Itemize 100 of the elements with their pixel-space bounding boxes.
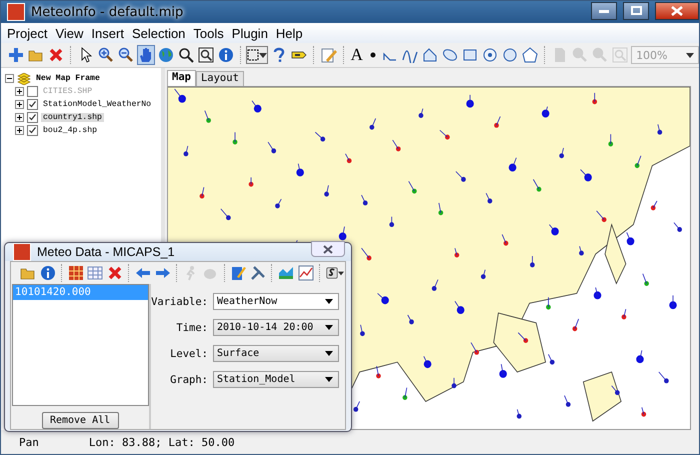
zoom-out-icon (592, 47, 608, 63)
station-marker (184, 146, 188, 156)
tab[interactable]: Map (167, 70, 196, 86)
station-marker (423, 356, 432, 368)
selection-dropdown[interactable] (246, 46, 268, 64)
menu-item[interactable]: View (51, 26, 88, 40)
pentagon-icon (522, 47, 538, 63)
search-button[interactable] (176, 45, 195, 65)
table-icon (87, 265, 104, 281)
expand-icon[interactable] (15, 100, 24, 109)
tree-item[interactable]: New Map Frame (34, 74, 102, 83)
close-button[interactable] (311, 241, 345, 257)
checkbox[interactable] (27, 99, 38, 110)
station-marker (174, 88, 186, 103)
station-marker (361, 194, 368, 206)
hand-button[interactable] (136, 45, 155, 65)
pentagon-button[interactable] (521, 45, 540, 65)
station-marker (439, 130, 450, 140)
station-marker (642, 273, 649, 286)
tree-item[interactable]: StationModel_WeatherNo (41, 100, 154, 109)
station-marker (408, 180, 417, 194)
menu-item[interactable]: Help (272, 26, 307, 40)
zoom-in-icon (572, 47, 588, 63)
checkbox[interactable] (27, 125, 38, 136)
dropdown[interactable]: Surface (213, 345, 339, 362)
circle-dot-icon (482, 47, 498, 63)
station-marker (456, 171, 466, 182)
minimize-button[interactable] (591, 2, 617, 20)
station-marker (611, 385, 620, 396)
line-chart-button[interactable] (296, 263, 316, 283)
station-marker (641, 407, 646, 417)
info-button[interactable] (216, 45, 235, 65)
point-icon (370, 52, 376, 58)
station-marker (204, 110, 211, 123)
tree-item[interactable]: country1.shp (41, 113, 104, 122)
station-marker (546, 296, 551, 310)
station-marker (324, 184, 329, 197)
right-arrow-icon (154, 265, 171, 281)
station-marker (275, 198, 282, 208)
dropdown[interactable]: WeatherNow (213, 293, 339, 310)
menu-item[interactable]: Insert (87, 26, 128, 40)
station-marker (626, 232, 634, 246)
zoom-box-button[interactable] (196, 45, 215, 65)
station-marker (389, 216, 394, 228)
info-button[interactable] (38, 263, 57, 283)
field-label: Level: (170, 348, 208, 360)
checkbox[interactable] (27, 112, 38, 123)
collapse-icon[interactable] (5, 74, 14, 83)
station-marker (502, 234, 508, 246)
grid-icon (68, 265, 84, 281)
close-button[interactable] (655, 2, 699, 20)
station-marker (579, 246, 584, 256)
plus-button[interactable] (7, 45, 25, 65)
expand-icon[interactable] (15, 113, 24, 122)
station-marker (470, 342, 480, 355)
station-marker (650, 200, 658, 210)
info-icon (218, 47, 234, 63)
app-icon (7, 3, 25, 21)
zoom-out-icon (118, 47, 134, 63)
menu-item[interactable]: Tools (189, 26, 228, 40)
maximize-icon (630, 6, 642, 15)
dropdown-arrow-icon (325, 325, 333, 330)
station-marker (407, 314, 414, 324)
dropdown[interactable]: Station_Model (213, 371, 339, 388)
station-marker (466, 94, 474, 108)
close-icon (323, 244, 333, 254)
station-marker (361, 248, 372, 260)
station-marker (376, 366, 381, 378)
zoom-in-icon (98, 47, 114, 63)
station-marker (454, 248, 460, 258)
station-marker (622, 308, 626, 320)
menu-item[interactable]: Plugin (228, 26, 272, 40)
station-marker (518, 332, 528, 343)
field-label: Graph: (170, 374, 208, 386)
globe-button[interactable] (156, 45, 175, 65)
menu-item[interactable]: Selection (128, 26, 190, 40)
station-marker (572, 318, 579, 332)
area-chart-icon (278, 265, 294, 281)
text-tool[interactable]: A (350, 44, 364, 66)
plus-icon (8, 47, 24, 63)
dropdown[interactable]: 2010-10-14 20:00 (213, 319, 339, 336)
maximize-button[interactable] (623, 2, 649, 20)
station-marker (580, 169, 592, 182)
tab[interactable]: Layout (196, 71, 244, 86)
station-marker (438, 202, 444, 216)
dropdown-arrow-icon (686, 52, 694, 58)
remove-all-button[interactable]: Remove All (42, 412, 119, 429)
app-icon (13, 243, 31, 261)
menu-item[interactable]: Project (3, 26, 52, 40)
tree-item[interactable]: bou2_4p.shp (41, 126, 100, 135)
grid-button[interactable] (66, 263, 86, 283)
station-marker (248, 177, 254, 187)
circle-icon (502, 47, 518, 63)
station-marker (634, 155, 642, 168)
station-marker (596, 210, 606, 222)
station-marker (402, 387, 408, 400)
expand-icon[interactable] (15, 126, 24, 135)
polygon-icon (422, 47, 438, 63)
station-marker (516, 408, 522, 419)
station-marker (418, 108, 424, 118)
